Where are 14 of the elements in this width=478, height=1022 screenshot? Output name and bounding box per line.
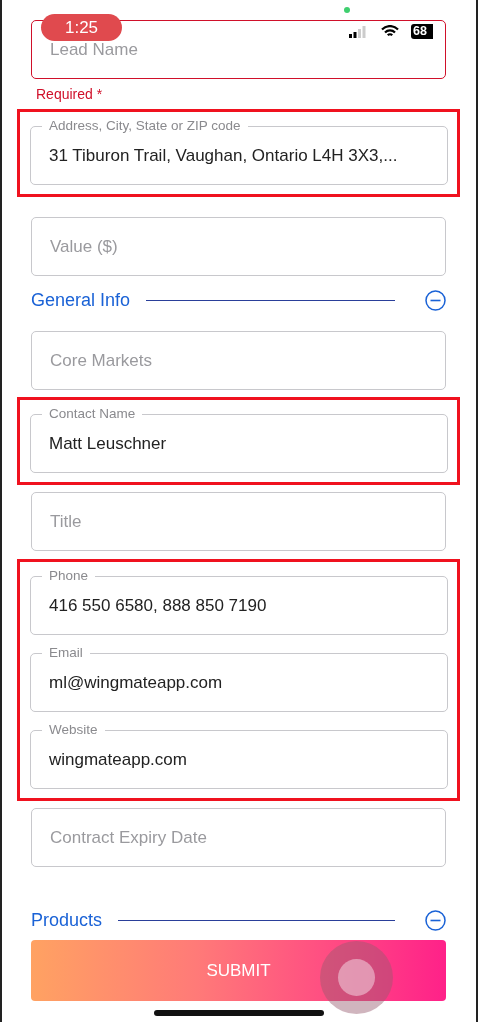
wifi-icon xyxy=(381,25,399,38)
input-field[interactable]: Title xyxy=(31,492,446,551)
collapse-icon[interactable] xyxy=(425,289,446,311)
battery-level: 68 xyxy=(411,24,433,39)
collapse-icon[interactable] xyxy=(425,909,446,931)
privacy-dot-icon xyxy=(344,7,350,13)
section-title: Products xyxy=(31,908,103,932)
signal-icon xyxy=(349,26,366,38)
section-title: General Info xyxy=(31,288,131,312)
input-field[interactable]: Contract Expiry Date xyxy=(31,808,446,867)
status-time: 1:25 xyxy=(41,14,122,41)
error-text: Required * xyxy=(36,86,104,102)
input-field[interactable]: Core Markets xyxy=(31,331,446,390)
input-field[interactable]: Value ($) xyxy=(31,217,446,276)
